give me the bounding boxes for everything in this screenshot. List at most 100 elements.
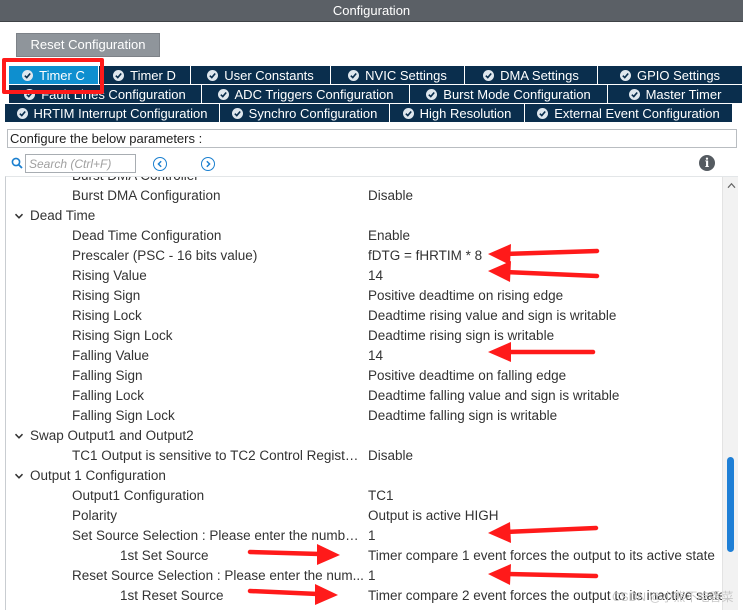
param-name: Falling Lock <box>72 388 145 403</box>
param-name: Dead Time Configuration <box>72 228 222 243</box>
param-row[interactable]: Dead Time Configuration Enable <box>6 226 722 246</box>
tab-nvic-settings[interactable]: NVIC Settings <box>331 66 465 85</box>
tab-fault-lines-configuration[interactable]: Fault Lines Configuration <box>9 85 202 104</box>
check-icon <box>22 69 34 81</box>
check-icon <box>113 69 125 81</box>
param-value[interactable]: Output is active HIGH <box>368 506 499 526</box>
info-icon[interactable]: i <box>699 155 715 171</box>
tab-dma-settings[interactable]: DMA Settings <box>465 66 598 85</box>
param-row[interactable]: Set Source Selection : Please enter the … <box>6 526 722 546</box>
tab-label: Burst Mode Configuration <box>443 86 591 102</box>
param-row[interactable]: Polarity Output is active HIGH <box>6 506 722 526</box>
param-name: Falling Sign <box>72 368 143 383</box>
search-input[interactable] <box>25 154 136 173</box>
param-value[interactable]: Deadtime rising sign is writable <box>368 326 554 346</box>
param-row[interactable]: Falling Lock Deadtime falling value and s… <box>6 386 722 406</box>
chevron-down-icon[interactable] <box>13 466 25 486</box>
param-value[interactable]: Positive deadtime on rising edge <box>368 286 563 306</box>
tab-label: External Event Configuration <box>554 105 720 121</box>
param-name: Reset Source Selection : Please enter th… <box>72 568 364 583</box>
param-name: Rising Sign Lock <box>72 328 173 343</box>
tab-label: GPIO Settings <box>636 67 721 83</box>
tab-burst-mode-configuration[interactable]: Burst Mode Configuration <box>410 85 608 104</box>
param-value[interactable]: Deadtime falling value and sign is writa… <box>368 386 619 406</box>
tab-synchro-configuration[interactable]: Synchro Configuration <box>220 104 390 123</box>
tab-label: High Resolution <box>419 105 512 121</box>
group-swap-output[interactable]: Swap Output1 and Output2 <box>6 426 722 446</box>
scroll-thumb[interactable] <box>727 457 734 552</box>
chevron-down-icon[interactable] <box>13 426 25 446</box>
param-name: Falling Value <box>72 348 150 363</box>
param-name: Output1 Configuration <box>72 488 205 503</box>
param-value[interactable]: 14 <box>368 346 383 366</box>
param-value[interactable]: Timer compare 1 event forces the output … <box>368 546 715 566</box>
previous-match-button[interactable] <box>153 157 167 171</box>
param-name: Set Source Selection : Please enter the … <box>72 528 364 543</box>
check-icon <box>619 69 631 81</box>
search-toolbar: i <box>0 153 743 175</box>
param-name: Burst DMA Controller <box>72 177 364 186</box>
group-output1-configuration[interactable]: Output 1 Configuration <box>6 466 722 486</box>
param-row[interactable]: 1st Set Source Timer compare 1 event forc… <box>6 546 722 566</box>
param-row[interactable]: Falling Sign Lock Deadtime falling sign i… <box>6 406 722 426</box>
param-value[interactable]: Deadtime rising value and sign is writab… <box>368 306 616 326</box>
tab-label: Timer C <box>39 67 85 83</box>
param-row[interactable]: Rising Sign Positive deadtime on rising e… <box>6 286 722 306</box>
param-value[interactable]: Positive deadtime on falling edge <box>368 366 566 386</box>
param-value[interactable]: Disable <box>368 446 413 466</box>
chevron-down-icon[interactable] <box>13 206 25 226</box>
vertical-scrollbar[interactable] <box>722 177 738 610</box>
tab-hrtim-interrupt-configuration[interactable]: HRTIM Interrupt Configuration <box>5 104 220 123</box>
tab-label: User Constants <box>224 67 314 83</box>
param-value[interactable]: 14 <box>368 266 383 286</box>
tab-gpio-settings[interactable]: GPIO Settings <box>598 66 743 85</box>
param-value[interactable]: Disable <box>368 186 413 206</box>
param-row[interactable]: Falling Sign Positive deadtime on falling… <box>6 366 722 386</box>
tab-label: Synchro Configuration <box>248 105 378 121</box>
param-name: 1st Set Source <box>120 548 209 563</box>
param-name: Rising Lock <box>72 308 142 323</box>
check-icon <box>628 88 640 100</box>
param-row[interactable]: Rising Sign Lock Deadtime rising sign is … <box>6 326 722 346</box>
check-icon <box>483 69 495 81</box>
check-icon <box>217 88 229 100</box>
param-row[interactable]: Prescaler (PSC - 16 bits value) fDTG = fH… <box>6 246 722 266</box>
param-value[interactable]: Deadtime falling sign is writable <box>368 406 557 426</box>
param-value[interactable]: 1 <box>368 566 376 586</box>
param-row[interactable]: Rising Lock Deadtime rising value and sig… <box>6 306 722 326</box>
param-row[interactable]: TC1 Output is sensitive to TC2 Control R… <box>6 446 722 466</box>
tab-master-timer[interactable]: Master Timer <box>608 85 743 104</box>
param-row[interactable]: Burst DMA Configuration Disable <box>6 186 722 206</box>
param-row[interactable]: Falling Value 14 <box>6 346 722 366</box>
param-value[interactable]: Timer compare 2 event forces the output … <box>368 586 725 606</box>
tab-label: HRTIM Interrupt Configuration <box>33 105 208 121</box>
param-row[interactable]: Rising Value 14 <box>6 266 722 286</box>
param-row[interactable]: Reset Source Selection : Please enter th… <box>6 566 722 586</box>
param-value[interactable]: 1 <box>368 526 376 546</box>
param-row[interactable]: Output1 Configuration TC1 <box>6 486 722 506</box>
tab-timer-d[interactable]: Timer D <box>99 66 191 85</box>
tab-label: DMA Settings <box>500 67 579 83</box>
chevron-left-icon <box>157 160 162 168</box>
tab-high-resolution[interactable]: High Resolution <box>390 104 525 123</box>
param-value[interactable]: fDTG = fHRTIM * 8 <box>368 246 482 266</box>
next-match-button[interactable] <box>201 157 215 171</box>
param-row[interactable]: 1st Reset Source Timer compare 2 event fo… <box>6 586 725 606</box>
param-value[interactable]: Enable <box>368 226 410 246</box>
tab-adc-triggers-configuration[interactable]: ADC Triggers Configuration <box>202 85 410 104</box>
param-value[interactable]: TC1 <box>368 486 394 506</box>
chevron-up-icon[interactable] <box>723 179 738 191</box>
param-name: Polarity <box>72 508 118 523</box>
group-dead-time[interactable]: Dead Time <box>6 206 722 226</box>
check-icon <box>24 88 36 100</box>
param-name: Rising Sign <box>72 288 141 303</box>
param-name: Prescaler (PSC - 16 bits value) <box>72 248 258 263</box>
tab-external-event-configuration[interactable]: External Event Configuration <box>525 104 733 123</box>
param-row[interactable]: Burst DMA Controller <box>6 177 722 186</box>
tab-label: Timer D <box>130 67 176 83</box>
tab-label: Master Timer <box>645 86 722 102</box>
tab-user-constants[interactable]: User Constants <box>191 66 331 85</box>
group-label: Dead Time <box>30 208 96 223</box>
tab-timer-c[interactable]: Timer C <box>9 66 99 85</box>
reset-configuration-button[interactable]: Reset Configuration <box>16 33 160 57</box>
